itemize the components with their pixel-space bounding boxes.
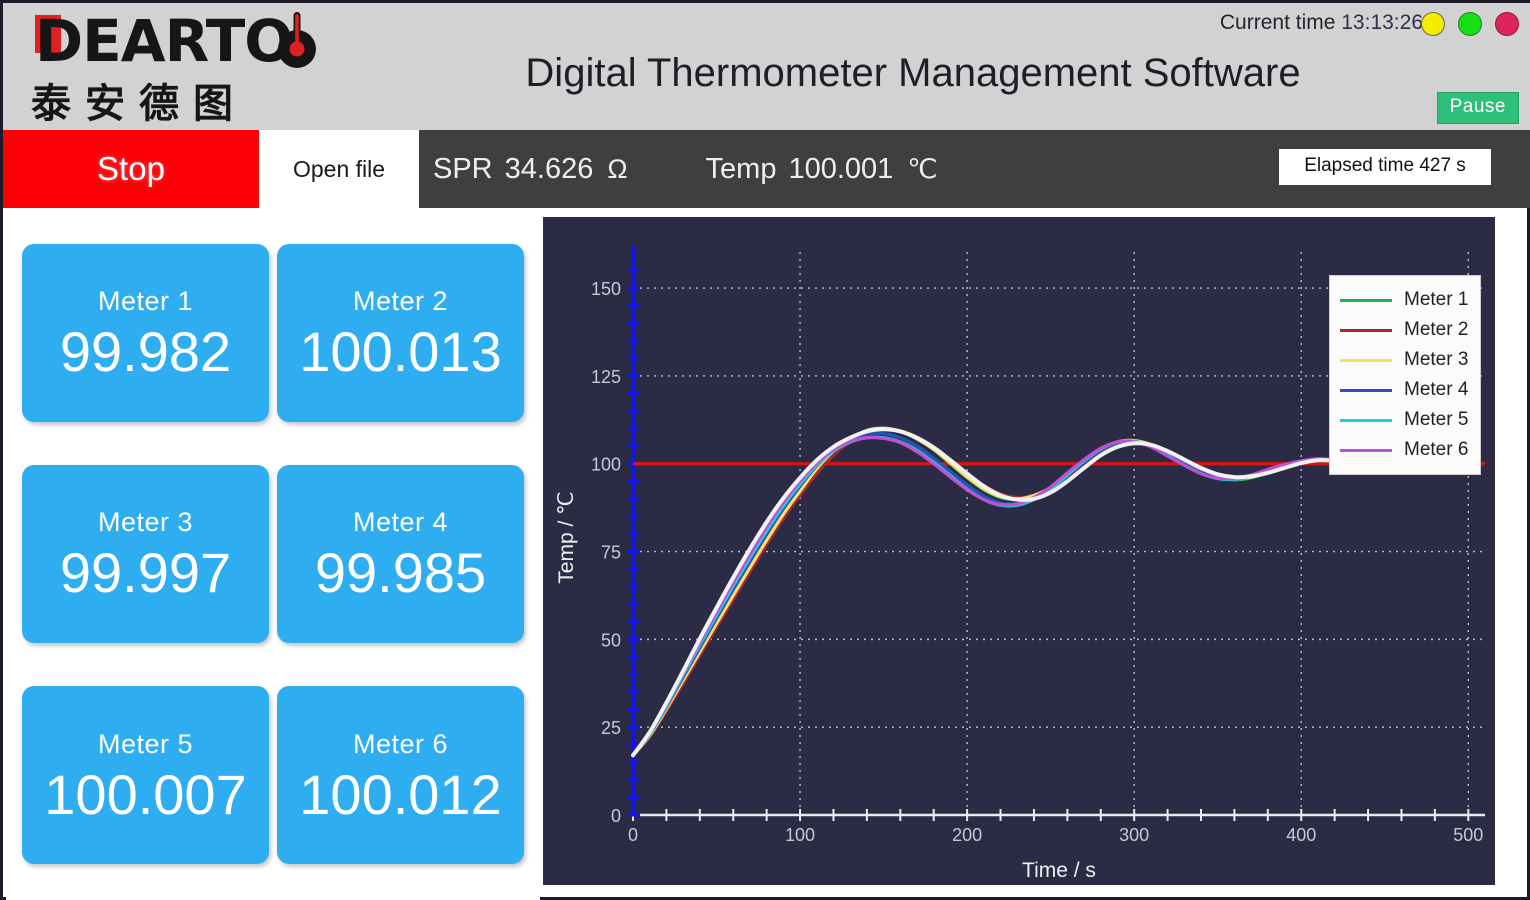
meter-reading: 99.982: [60, 321, 231, 383]
chart-legend: Meter 1 Meter 2 Meter 3 Meter 4 Meter 5 Meter…: [1329, 275, 1481, 475]
svg-text:100: 100: [591, 455, 621, 475]
legend-label: Meter 2: [1404, 319, 1468, 341]
spr-value: 34.626: [505, 153, 594, 186]
svg-text:Time / s: Time / s: [1022, 859, 1096, 882]
spr-readout: SPR 34.626 Ω: [433, 153, 628, 186]
legend-item-5[interactable]: Meter 5: [1340, 405, 1468, 435]
meter-reading: 99.997: [60, 542, 231, 604]
legend-color-swatch: [1340, 329, 1392, 332]
current-time: Current time 13:13:26: [1220, 11, 1423, 35]
meter-panel: Meter 1 99.982 Meter 2 100.013 Meter 3 9…: [6, 208, 540, 900]
meter-card-6[interactable]: Meter 6 100.012: [277, 686, 524, 864]
meter-label: Meter 6: [353, 729, 448, 760]
elapsed-time-field[interactable]: Elapsed time 427 s: [1279, 149, 1491, 185]
svg-text:125: 125: [591, 367, 621, 387]
svg-text:25: 25: [601, 718, 621, 738]
svg-text:500: 500: [1453, 825, 1483, 845]
meter-label: Meter 1: [98, 286, 193, 317]
temp-label: Temp: [706, 153, 777, 186]
meter-row: Meter 3 99.997 Meter 4 99.985: [22, 465, 524, 643]
elapsed-time-value: 427: [1419, 155, 1451, 176]
temperature-chart: 0 25 50 75 100 125 150 0 100 200 300 400 500 Time / s…: [543, 217, 1495, 885]
meter-card-5[interactable]: Meter 5 100.007: [22, 686, 269, 864]
svg-text:300: 300: [1119, 825, 1149, 845]
legend-item-3[interactable]: Meter 3: [1340, 345, 1468, 375]
meter-reading: 100.007: [44, 764, 246, 826]
pause-button[interactable]: Pause: [1437, 92, 1519, 124]
legend-label: Meter 4: [1404, 379, 1468, 401]
close-button[interactable]: [1495, 12, 1519, 36]
temp-value: 100.001: [788, 153, 893, 186]
legend-item-1[interactable]: Meter 1: [1340, 285, 1468, 315]
company-logo: DEARTO 泰安德图: [17, 9, 317, 124]
svg-text:200: 200: [952, 825, 982, 845]
meter-reading: 100.012: [299, 764, 501, 826]
meter-reading: 100.013: [299, 321, 501, 383]
current-time-label: Current time: [1220, 11, 1336, 34]
elapsed-time-unit: s: [1456, 155, 1466, 176]
legend-label: Meter 1: [1404, 289, 1468, 311]
window-controls: [1421, 12, 1519, 36]
minimize-button[interactable]: [1421, 12, 1445, 36]
svg-text:50: 50: [601, 630, 621, 650]
temp-readout: Temp 100.001 ℃: [706, 153, 938, 186]
meter-label: Meter 3: [98, 507, 193, 538]
spr-label: SPR: [433, 153, 493, 186]
thermometer-icon: [269, 11, 325, 69]
control-toolbar: Stop Open file SPR 34.626 Ω Temp 100.001…: [3, 130, 1530, 208]
legend-color-swatch: [1340, 299, 1392, 302]
svg-text:100: 100: [785, 825, 815, 845]
current-time-value: 13:13:26: [1341, 11, 1423, 34]
open-file-button[interactable]: Open file: [259, 130, 419, 208]
meter-row: Meter 5 100.007 Meter 6 100.012: [22, 686, 524, 864]
logo-chinese-name: 泰安德图: [31, 71, 247, 129]
application-window: DEARTO 泰安德图 Digital Thermometer Manageme…: [0, 0, 1530, 900]
svg-text:0: 0: [611, 806, 621, 826]
svg-text:75: 75: [601, 543, 621, 563]
meter-reading: 99.985: [315, 542, 486, 604]
meter-label: Meter 2: [353, 286, 448, 317]
legend-label: Meter 5: [1404, 409, 1468, 431]
meter-label: Meter 4: [353, 507, 448, 538]
meter-card-1[interactable]: Meter 1 99.982: [22, 244, 269, 422]
svg-text:0: 0: [628, 825, 638, 845]
meter-card-2[interactable]: Meter 2 100.013: [277, 244, 524, 422]
elapsed-time-label: Elapsed time: [1304, 155, 1414, 176]
legend-item-4[interactable]: Meter 4: [1340, 375, 1468, 405]
meter-card-3[interactable]: Meter 3 99.997: [22, 465, 269, 643]
logo-wordmark: DEARTO: [35, 9, 293, 73]
meter-label: Meter 5: [98, 729, 193, 760]
maximize-button[interactable]: [1458, 12, 1482, 36]
legend-color-swatch: [1340, 449, 1392, 452]
legend-color-swatch: [1340, 419, 1392, 422]
legend-label: Meter 6: [1404, 439, 1468, 461]
svg-text:Temp / ℃: Temp / ℃: [555, 491, 578, 583]
meter-card-4[interactable]: Meter 4 99.985: [277, 465, 524, 643]
meter-row: Meter 1 99.982 Meter 2 100.013: [22, 244, 524, 422]
legend-label: Meter 3: [1404, 349, 1468, 371]
spr-unit: Ω: [607, 154, 627, 185]
svg-text:150: 150: [591, 279, 621, 299]
legend-item-6[interactable]: Meter 6: [1340, 435, 1468, 465]
svg-text:400: 400: [1286, 825, 1316, 845]
stop-button[interactable]: Stop: [3, 130, 259, 208]
legend-color-swatch: [1340, 359, 1392, 362]
legend-color-swatch: [1340, 389, 1392, 392]
page-title: Digital Thermometer Management Software: [433, 51, 1393, 96]
readout-group: SPR 34.626 Ω Temp 100.001 ℃: [433, 130, 1283, 208]
temp-unit: ℃: [907, 154, 937, 185]
legend-item-2[interactable]: Meter 2: [1340, 315, 1468, 345]
app-header: DEARTO 泰安德图 Digital Thermometer Manageme…: [3, 3, 1530, 130]
